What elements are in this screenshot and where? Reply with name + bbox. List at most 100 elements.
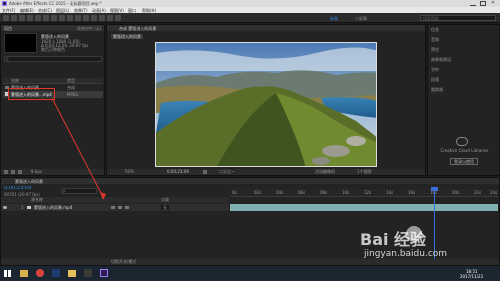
timeline-search-input[interactable] — [61, 188, 97, 194]
tab-composition[interactable]: 合成 蒙版进入的风景 — [119, 26, 156, 31]
app-icon[interactable] — [84, 269, 92, 277]
tab-project[interactable]: 项目 — [4, 26, 12, 31]
selection-tool-icon[interactable] — [11, 15, 17, 21]
project-search-input[interactable] — [4, 56, 102, 62]
toggle-switches-modes[interactable]: 切换开关/模式 — [111, 259, 136, 264]
visibility-eye-icon[interactable] — [3, 206, 7, 209]
comp-timecode[interactable]: 0;00;23;09 — [167, 169, 189, 174]
stamp-tool-icon[interactable] — [91, 15, 97, 21]
panel-audio[interactable]: 音频 — [431, 37, 439, 42]
switch-icon[interactable] — [125, 206, 129, 209]
switch-icon[interactable] — [111, 206, 115, 209]
camera-dropdown[interactable]: 活动摄像机 — [315, 169, 335, 174]
composition-breadcrumb[interactable]: 蒙版进入的风景 — [111, 34, 143, 39]
project-search-placeholder: ρ — [6, 56, 9, 61]
composition-footer: 50% 0;00;23;09 二分之一 活动摄像机 1个视图 — [107, 169, 425, 175]
workspace-standard[interactable]: 标准 — [330, 16, 338, 21]
file-explorer-icon[interactable] — [20, 270, 28, 277]
rotate-tool-icon[interactable] — [35, 15, 41, 21]
window-title: Adobe After Effects CC 2015 - 无标题项目.aep … — [9, 1, 102, 6]
composition-viewer[interactable] — [155, 42, 377, 167]
after-effects-icon[interactable] — [100, 269, 108, 277]
project-panel: 项目 效果控件 (无) 蒙版进入的风景 1920 x 1080 (1.00) Δ… — [0, 24, 105, 176]
zoom-tool-icon[interactable] — [27, 15, 33, 21]
minimize-button[interactable] — [470, 1, 476, 6]
pen-tool-icon[interactable] — [67, 15, 73, 21]
views-dropdown[interactable]: 1个视图 — [357, 169, 372, 174]
brush-tool-icon[interactable] — [83, 15, 89, 21]
layer-duration-bar[interactable] — [230, 204, 498, 211]
ruler-tick: 10s — [342, 190, 350, 195]
pan-tool-icon[interactable] — [51, 15, 57, 21]
layer-number: 1 — [21, 205, 24, 210]
close-button[interactable]: ✕ — [490, 1, 496, 6]
layer-columns: 源名称 父级 — [1, 197, 229, 203]
panel-paragraph[interactable]: 段落 — [431, 77, 439, 82]
chrome-icon[interactable] — [36, 269, 44, 277]
bpc-label[interactable]: 8 bpc — [31, 169, 42, 174]
ruler-tick: 04s — [276, 190, 284, 195]
thumb-info-colors: 数百万种颜色 — [41, 47, 65, 52]
library-text: Creative Cloud Libraries — [440, 148, 489, 153]
switch-icon[interactable] — [118, 206, 122, 209]
table-row[interactable]: 1 蒙版进入的风景.mp4 无 — [1, 204, 229, 211]
rectangle-tool-icon[interactable] — [59, 15, 65, 21]
ruler-tick: 14s — [386, 190, 394, 195]
panel-preview[interactable]: 预览 — [431, 47, 439, 52]
baidu-url: jingyan.baidu.com — [364, 249, 448, 259]
playhead-handle-icon[interactable] — [431, 187, 438, 191]
resolution-dropdown[interactable]: 二分之一 — [219, 169, 235, 174]
panel-tracker[interactable]: 跟踪器 — [431, 87, 443, 92]
timeline-search-placeholder: ρ — [63, 188, 66, 193]
snapshot-icon[interactable] — [203, 170, 207, 174]
windows-start-icon[interactable] — [4, 270, 11, 277]
ruler-tick: 16s — [408, 190, 416, 195]
home-tool-icon[interactable] — [3, 15, 9, 21]
ruler-tick: 24s — [490, 190, 498, 195]
baidu-watermark: Bai 经验 jingyan.baidu.com — [350, 220, 490, 264]
column-name[interactable]: 名称 — [11, 78, 19, 83]
column-source-name[interactable]: 源名称 — [31, 197, 43, 202]
new-folder-icon[interactable] — [11, 170, 15, 174]
parent-dropdown[interactable]: 无 — [161, 205, 169, 210]
baidu-logo-text: Bai 经验 — [360, 230, 427, 249]
zoom-dropdown[interactable]: 50% — [125, 169, 134, 174]
panel-info[interactable]: 信息 — [431, 27, 439, 32]
selection-highlight-box — [8, 88, 55, 100]
folder-icon[interactable] — [68, 270, 76, 277]
roto-tool-icon[interactable] — [107, 15, 113, 21]
item-type: 合成 — [67, 85, 75, 90]
eraser-tool-icon[interactable] — [99, 15, 105, 21]
project-footer: 8 bpc — [1, 169, 104, 175]
workspace-small-screen[interactable]: 小屏幕 — [355, 16, 367, 21]
ruler-tick: 06s — [298, 190, 306, 195]
maximize-button[interactable] — [480, 1, 486, 6]
item-type: MPEG — [67, 92, 79, 97]
app-logo-icon — [2, 1, 7, 6]
hand-tool-icon[interactable] — [19, 15, 25, 21]
type-tool-icon[interactable] — [75, 15, 81, 21]
column-type[interactable]: 类型 — [67, 78, 75, 83]
time-ruler[interactable]: 0s 02s 04s 06s 08s 10s 12s 14s 16s 18s 2… — [230, 189, 498, 197]
title-bar: Adobe After Effects CC 2015 - 无标题项目.aep … — [0, 0, 500, 7]
timeline-timecode[interactable]: 0;00;23;09 — [4, 186, 31, 191]
project-columns: 名称 类型 — [3, 78, 103, 84]
landscape-footage — [156, 43, 376, 166]
library-login-button[interactable]: 登录以使用 — [450, 158, 478, 165]
new-composition-icon[interactable] — [18, 170, 22, 174]
tab-effect-controls[interactable]: 效果控件 (无) — [77, 26, 101, 31]
taskbar-date: 2017/11/23 — [460, 274, 484, 279]
ruler-tick: 12s — [364, 190, 372, 195]
ruler-tick: 02s — [254, 190, 262, 195]
panel-effects-presets[interactable]: 效果和预设 — [431, 57, 451, 62]
tab-timeline[interactable]: 蒙版进入的风景 — [15, 179, 43, 184]
project-thumbnail — [4, 33, 37, 53]
trash-icon[interactable] — [4, 170, 8, 174]
puppet-tool-icon[interactable] — [115, 15, 121, 21]
panel-character[interactable]: 字符 — [431, 67, 439, 72]
layer-name: 蒙版进入的风景.mp4 — [34, 205, 73, 210]
photoshop-icon[interactable] — [52, 269, 60, 277]
column-parent[interactable]: 父级 — [161, 197, 169, 202]
camera-tool-icon[interactable] — [43, 15, 49, 21]
toolbar: 标准 小屏幕 搜索帮助 — [0, 13, 500, 23]
